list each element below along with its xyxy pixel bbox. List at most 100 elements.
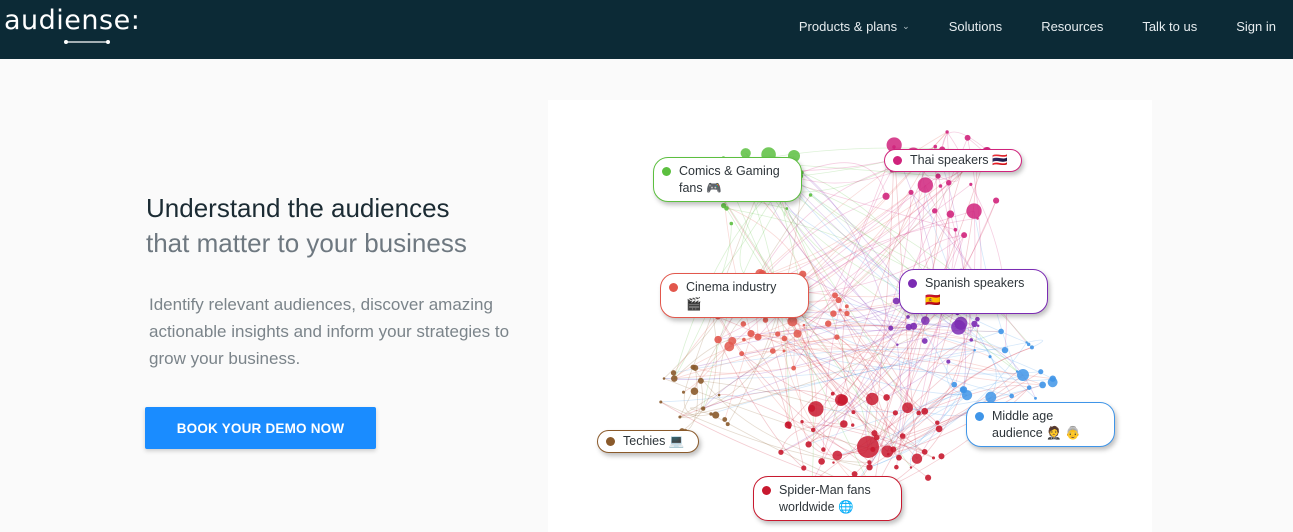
hero-subheadline: that matter to your business xyxy=(146,228,467,258)
network-node xyxy=(818,458,825,465)
network-node xyxy=(810,427,816,433)
network-node xyxy=(866,392,879,406)
network-node xyxy=(966,203,982,219)
network-node xyxy=(838,308,842,312)
network-node xyxy=(886,452,890,456)
network-node xyxy=(976,217,979,220)
network-node xyxy=(905,323,913,331)
network-node xyxy=(894,464,899,470)
network-node xyxy=(742,337,746,342)
network-node xyxy=(945,130,949,134)
network-node xyxy=(681,390,686,394)
network-node xyxy=(961,232,968,239)
network-node xyxy=(832,292,838,299)
network-node xyxy=(729,221,734,226)
nav-sign-in-label: Sign in xyxy=(1236,18,1276,34)
chevron-down-icon: ⌄ xyxy=(902,20,910,31)
network-node xyxy=(953,227,958,232)
network-node xyxy=(739,351,745,357)
network-node xyxy=(671,375,678,382)
network-node xyxy=(969,182,973,186)
nav-resources[interactable]: Resources xyxy=(1041,19,1103,34)
network-node xyxy=(802,323,806,327)
network-node xyxy=(890,446,897,453)
cluster-label-techies: Techies 💻 xyxy=(597,430,699,453)
network-node xyxy=(832,450,843,461)
cluster-label-spanish-speakers-text: Spanish speakers 🇪🇸 xyxy=(925,276,1025,307)
network-node xyxy=(946,359,951,364)
network-node xyxy=(725,422,730,427)
network-node xyxy=(896,343,899,346)
cluster-label-comics-gaming-text: Comics & Gaming fans 🎮 xyxy=(679,164,780,195)
network-node xyxy=(1049,375,1056,382)
cluster-label-middle-age: Middle age audience 🤵 👵 xyxy=(966,402,1115,447)
network-node xyxy=(998,328,1004,335)
network-node xyxy=(832,461,835,464)
network-node xyxy=(1017,369,1029,381)
network-node xyxy=(882,192,890,200)
network-node xyxy=(899,433,906,439)
network-node xyxy=(701,406,706,411)
network-node xyxy=(800,420,804,424)
network-node xyxy=(935,420,940,425)
nav-resources-label: Resources xyxy=(1041,18,1104,34)
nav-solutions-label: Solutions xyxy=(948,18,1003,34)
network-node xyxy=(834,334,840,340)
cluster-label-thai-speakers: Thai speakers 🇹🇭 xyxy=(884,149,1022,172)
network-node xyxy=(902,402,913,414)
network-node xyxy=(697,377,704,384)
cluster-label-middle-age-text: Middle age audience 🤵 👵 xyxy=(992,409,1081,440)
network-node xyxy=(740,321,747,327)
network-node xyxy=(830,310,837,317)
network-node xyxy=(835,394,847,406)
network-node xyxy=(921,407,929,415)
network-node xyxy=(921,316,930,325)
network-node xyxy=(784,421,792,429)
network-node xyxy=(993,197,1000,204)
network-node xyxy=(714,335,722,344)
network-node xyxy=(775,331,781,337)
network-node xyxy=(659,400,663,404)
network-node xyxy=(722,417,728,422)
network-node xyxy=(866,464,873,471)
network-node xyxy=(692,364,699,371)
network-node xyxy=(785,207,789,210)
network-node xyxy=(969,338,974,342)
nav-links: Products & plans ⌄ Solutions Resources T… xyxy=(799,0,1293,52)
nav-solutions[interactable]: Solutions xyxy=(949,19,1002,34)
network-node xyxy=(888,325,894,331)
network-node xyxy=(916,410,921,416)
network-node xyxy=(782,349,786,353)
network-node xyxy=(921,448,928,455)
thai-speakers-dot-icon xyxy=(893,156,902,165)
network-node xyxy=(1001,346,1009,354)
network-node xyxy=(964,134,971,141)
nav-talk-to-us[interactable]: Talk to us xyxy=(1142,19,1197,34)
network-node xyxy=(793,329,802,338)
nav-products-plans[interactable]: Products & plans ⌄ xyxy=(799,19,910,34)
network-node xyxy=(971,320,978,328)
hero-headline: Understand the audiences xyxy=(146,193,450,223)
network-node xyxy=(717,393,721,397)
network-node xyxy=(935,425,943,433)
network-node xyxy=(975,316,980,322)
cluster-label-spider-man: Spider-Man fans worldwide 🌐 xyxy=(753,476,902,521)
network-node xyxy=(670,370,677,376)
book-demo-button[interactable]: BOOK YOUR DEMO NOW xyxy=(145,407,376,449)
network-node xyxy=(662,377,666,380)
cinema-industry-dot-icon xyxy=(669,283,678,292)
network-node xyxy=(690,387,699,396)
network-graph xyxy=(659,130,1058,497)
network-node xyxy=(1009,393,1014,399)
network-node xyxy=(867,460,872,465)
network-node xyxy=(747,329,755,338)
network-node xyxy=(678,415,682,419)
top-navigation-bar: audiense: Products & plans ⌄ Solutions R… xyxy=(0,0,1293,59)
network-node xyxy=(896,454,902,461)
network-node xyxy=(1029,345,1034,350)
network-node xyxy=(724,206,729,211)
nav-sign-in[interactable]: Sign in xyxy=(1236,19,1276,34)
nav-products-plans-label: Products & plans xyxy=(798,18,898,34)
network-node xyxy=(988,355,992,359)
network-node xyxy=(933,144,938,149)
